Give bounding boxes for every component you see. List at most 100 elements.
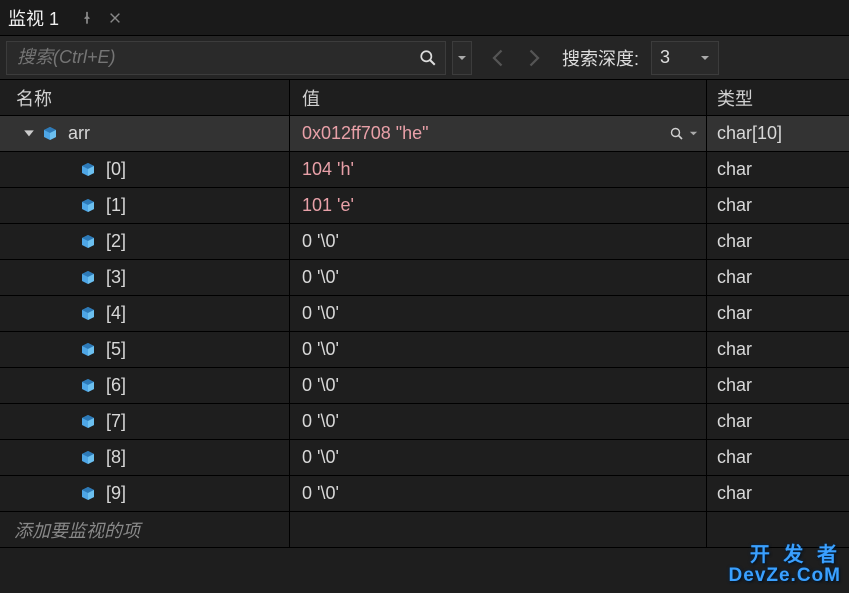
variable-value: 0 '\0' bbox=[302, 267, 339, 288]
variable-type: char bbox=[717, 303, 752, 324]
nav-arrows bbox=[482, 41, 550, 75]
variable-type: char bbox=[717, 447, 752, 468]
search-input[interactable] bbox=[7, 47, 411, 68]
cell-name: [9] bbox=[0, 476, 290, 511]
cell-value: 0 '\0' bbox=[290, 332, 707, 367]
cell-name: [2] bbox=[0, 224, 290, 259]
table-row[interactable]: [1] 101 'e' char bbox=[0, 188, 849, 224]
table-row[interactable]: [7] 0 '\0' char bbox=[0, 404, 849, 440]
search-box bbox=[6, 41, 446, 75]
cell-name: [8] bbox=[0, 440, 290, 475]
toolbar: 搜索深度: 3 bbox=[0, 36, 849, 80]
variable-value: 0 '\0' bbox=[302, 483, 339, 504]
variable-name: [3] bbox=[106, 267, 126, 288]
titlebar: 监视 1 bbox=[0, 0, 849, 36]
nav-forward-button[interactable] bbox=[516, 41, 550, 75]
variable-type: char bbox=[717, 483, 752, 504]
variable-name: arr bbox=[68, 123, 90, 144]
variable-type: char bbox=[717, 231, 752, 252]
cell-name: [6] bbox=[0, 368, 290, 403]
variable-type: char bbox=[717, 339, 752, 360]
value-visualizer-button[interactable] bbox=[669, 126, 698, 142]
cell-value: 0x012ff708 "he" bbox=[290, 116, 707, 151]
cell-name: [5] bbox=[0, 332, 290, 367]
variable-icon bbox=[80, 450, 96, 466]
cell-name: [0] bbox=[0, 152, 290, 187]
variable-name: [9] bbox=[106, 483, 126, 504]
search-options-dropdown[interactable] bbox=[452, 41, 472, 75]
variable-name: [6] bbox=[106, 375, 126, 396]
watch-table: 名称 值 类型 arr 0x012ff708 "he" char[10] [0] 104… bbox=[0, 80, 849, 548]
table-row[interactable]: [0] 104 'h' char bbox=[0, 152, 849, 188]
search-depth-label: 搜索深度: bbox=[562, 45, 639, 71]
variable-icon bbox=[42, 126, 58, 142]
search-icon[interactable] bbox=[411, 42, 445, 74]
cell-value: 0 '\0' bbox=[290, 476, 707, 511]
variable-icon bbox=[80, 198, 96, 214]
cell-type: char bbox=[707, 296, 849, 331]
table-row[interactable]: [6] 0 '\0' char bbox=[0, 368, 849, 404]
cell-type: char bbox=[707, 260, 849, 295]
variable-type: char bbox=[717, 159, 752, 180]
column-header-value[interactable]: 值 bbox=[290, 80, 707, 115]
variable-name: [5] bbox=[106, 339, 126, 360]
table-row[interactable]: [2] 0 '\0' char bbox=[0, 224, 849, 260]
table-row[interactable]: arr 0x012ff708 "he" char[10] bbox=[0, 116, 849, 152]
cell-value: 101 'e' bbox=[290, 188, 707, 223]
variable-value: 0x012ff708 "he" bbox=[302, 123, 429, 144]
watermark: 开 发 者 DevZe.CoM bbox=[729, 544, 841, 587]
variable-name: [0] bbox=[106, 159, 126, 180]
variable-value: 0 '\0' bbox=[302, 411, 339, 432]
table-header: 名称 值 类型 bbox=[0, 80, 849, 116]
search-depth-select[interactable]: 3 bbox=[651, 41, 719, 75]
table-row[interactable]: [3] 0 '\0' char bbox=[0, 260, 849, 296]
cell-type: char bbox=[707, 224, 849, 259]
variable-value: 0 '\0' bbox=[302, 303, 339, 324]
variable-type: char bbox=[717, 375, 752, 396]
variable-value: 0 '\0' bbox=[302, 447, 339, 468]
table-row[interactable]: [9] 0 '\0' char bbox=[0, 476, 849, 512]
variable-type: char[10] bbox=[717, 123, 782, 144]
variable-type: char bbox=[717, 195, 752, 216]
cell-type: char bbox=[707, 404, 849, 439]
variable-value: 0 '\0' bbox=[302, 231, 339, 252]
cell-name: [1] bbox=[0, 188, 290, 223]
expander-icon[interactable] bbox=[20, 125, 38, 143]
variable-name: [7] bbox=[106, 411, 126, 432]
cell-value: 0 '\0' bbox=[290, 260, 707, 295]
table-row[interactable]: [5] 0 '\0' char bbox=[0, 332, 849, 368]
column-header-type[interactable]: 类型 bbox=[707, 80, 849, 115]
search-depth-value: 3 bbox=[660, 47, 670, 68]
variable-icon bbox=[80, 486, 96, 502]
variable-icon bbox=[80, 162, 96, 178]
close-icon[interactable] bbox=[103, 6, 127, 30]
variable-name: [2] bbox=[106, 231, 126, 252]
nav-back-button[interactable] bbox=[482, 41, 516, 75]
variable-icon bbox=[80, 234, 96, 250]
variable-icon bbox=[80, 414, 96, 430]
variable-name: [4] bbox=[106, 303, 126, 324]
cell-value: 0 '\0' bbox=[290, 224, 707, 259]
cell-value: 0 '\0' bbox=[290, 296, 707, 331]
cell-type: char bbox=[707, 368, 849, 403]
pin-icon[interactable] bbox=[75, 6, 99, 30]
cell-name: [7] bbox=[0, 404, 290, 439]
column-header-name[interactable]: 名称 bbox=[0, 80, 290, 115]
variable-value: 0 '\0' bbox=[302, 375, 339, 396]
add-watch-row[interactable]: 添加要监视的项 bbox=[0, 512, 849, 548]
table-row[interactable]: [8] 0 '\0' char bbox=[0, 440, 849, 476]
table-row[interactable]: [4] 0 '\0' char bbox=[0, 296, 849, 332]
panel-title: 监视 1 bbox=[8, 5, 59, 31]
cell-name: [3] bbox=[0, 260, 290, 295]
variable-type: char bbox=[717, 411, 752, 432]
add-item-placeholder: 添加要监视的项 bbox=[14, 517, 140, 543]
cell-type: char bbox=[707, 476, 849, 511]
variable-value: 0 '\0' bbox=[302, 339, 339, 360]
variable-name: [1] bbox=[106, 195, 126, 216]
cell-type: char bbox=[707, 332, 849, 367]
variable-icon bbox=[80, 306, 96, 322]
variable-icon bbox=[80, 270, 96, 286]
variable-value: 104 'h' bbox=[302, 159, 354, 180]
cell-name: [4] bbox=[0, 296, 290, 331]
variable-value: 101 'e' bbox=[302, 195, 354, 216]
